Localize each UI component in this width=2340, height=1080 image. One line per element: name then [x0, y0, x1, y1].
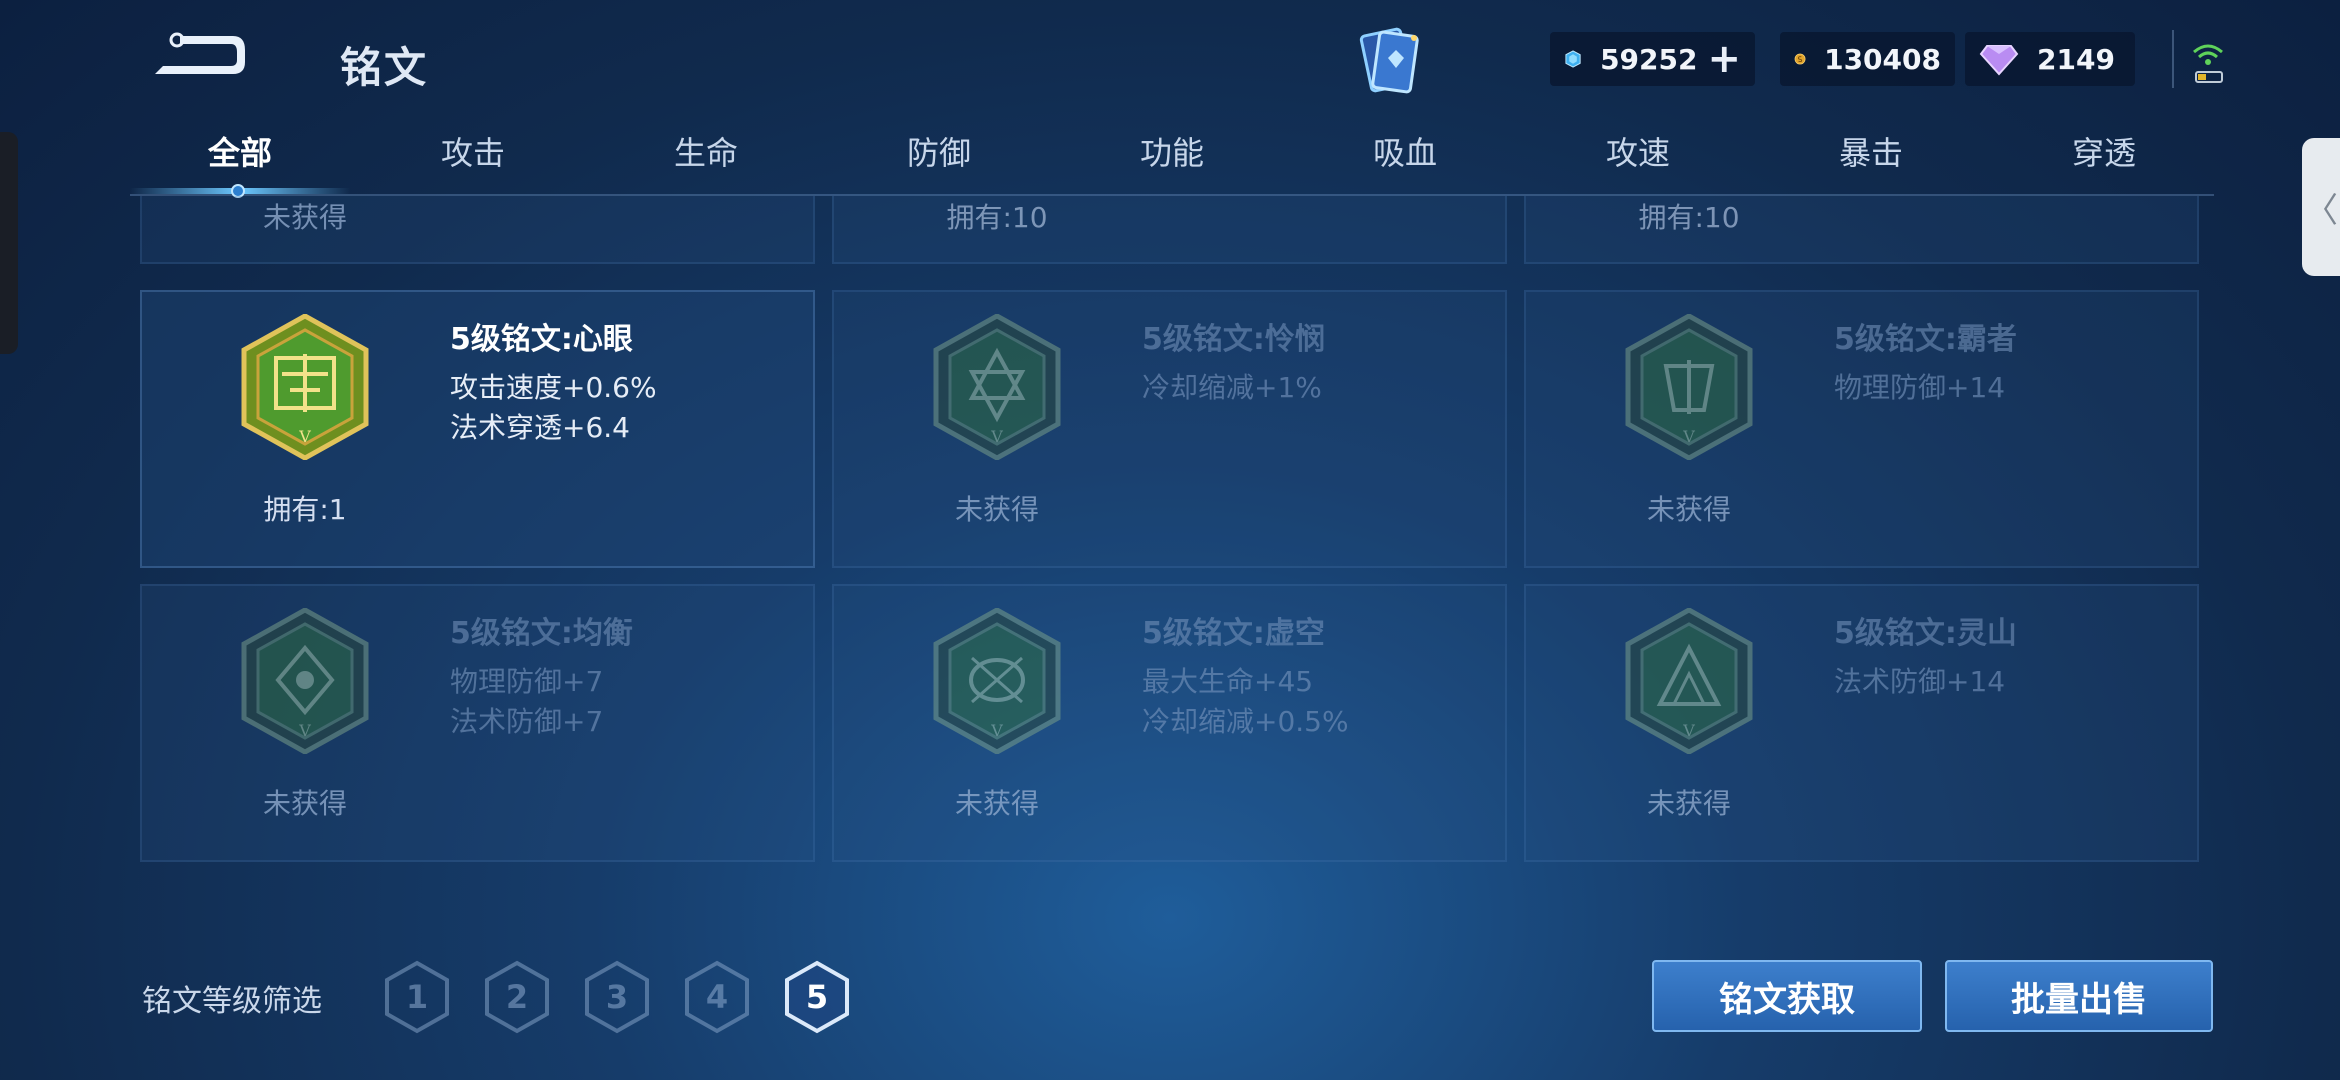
tab-penetration[interactable]: 穿透: [2024, 128, 2184, 188]
diamond-icon: [1565, 50, 1581, 68]
add-currency-button[interactable]: +: [1707, 39, 1741, 79]
rune-card-lingshan[interactable]: V 5级铭文:灵山 法术防御+14 未获得: [1524, 584, 2199, 862]
chevron-left-icon: 〈: [2304, 190, 2338, 231]
diamond-amount: 59252: [1600, 42, 1698, 76]
rune-stat: 法术穿透+6.4: [450, 411, 630, 444]
rune-count: 未获得: [954, 787, 1039, 820]
rune-stat: 冷却缩减+1%: [1142, 371, 1322, 404]
screen-notch: [0, 132, 18, 354]
rune-stat: 攻击速度+0.6%: [450, 371, 657, 404]
top-bar: 铭文 59252 + 130408 2149: [0, 0, 2340, 130]
rune-grid: 未获得 拥有:10 拥有:10 V 5级铭文:心眼 攻击速度+0.6% 法术穿透…: [140, 196, 2200, 876]
rune-count: 未获得: [262, 787, 347, 820]
diamond-balance: 59252 +: [1550, 32, 1755, 86]
rune-count: 拥有:1: [263, 493, 347, 526]
rune-hexagon-icon: V: [933, 608, 1061, 754]
rune-name: 5级铭文:均衡: [450, 616, 633, 651]
gem-icon: [1979, 45, 2019, 76]
rune-count: 未获得: [1646, 787, 1731, 820]
rune-card-xukong[interactable]: V 5级铭文:虚空 最大生命+45 冷却缩减+0.5% 未获得: [832, 584, 1507, 862]
rune-card-partial[interactable]: 拥有:10: [832, 196, 1507, 264]
back-arrow-icon[interactable]: [145, 28, 250, 83]
svg-text:V: V: [1682, 721, 1695, 740]
tab-function[interactable]: 功能: [1092, 128, 1252, 188]
rune-stat: 物理防御+7: [450, 665, 604, 698]
tab-critical[interactable]: 暴击: [1791, 128, 1951, 188]
rune-count: 未获得: [1646, 493, 1731, 526]
rune-hexagon-icon: V: [1625, 314, 1753, 460]
rune-card-lianmin[interactable]: V 5级铭文:怜悯 冷却缩减+1% 未获得: [832, 290, 1507, 568]
gem-amount: 2149: [2037, 42, 2115, 76]
rune-hexagon-icon: V: [933, 314, 1061, 460]
tab-attack-speed[interactable]: 攻速: [1558, 128, 1718, 188]
rune-count: 拥有:10: [946, 201, 1048, 234]
rune-stat: 法术防御+7: [450, 705, 604, 738]
rune-count: 拥有:10: [1638, 201, 1740, 234]
level-filter-4[interactable]: 4: [683, 960, 751, 1034]
rune-hexagon-icon: V: [241, 314, 369, 460]
tab-lifesteal[interactable]: 吸血: [1325, 128, 1485, 188]
rune-name: 5级铭文:灵山: [1834, 616, 2017, 651]
svg-text:V: V: [1682, 427, 1695, 446]
rune-card-xinyan[interactable]: V 5级铭文:心眼 攻击速度+0.6% 法术穿透+6.4 拥有:1: [140, 290, 815, 568]
level-filter-2[interactable]: 2: [483, 960, 551, 1034]
gold-balance: 130408: [1780, 32, 1955, 86]
rune-stat: 冷却缩减+0.5%: [1142, 705, 1349, 738]
svg-text:V: V: [298, 427, 311, 446]
tab-all[interactable]: 全部: [160, 128, 320, 188]
rune-stat: 法术防御+14: [1834, 665, 2006, 698]
gold-coin-icon: [1794, 53, 1806, 65]
level-filter-5[interactable]: 5: [783, 960, 851, 1034]
rune-hexagon-icon: V: [1625, 608, 1753, 754]
tab-defense[interactable]: 防御: [859, 128, 1019, 188]
rune-name: 5级铭文:怜悯: [1142, 322, 1325, 357]
rune-name: 5级铭文:霸者: [1834, 322, 2017, 357]
rune-count: 未获得: [262, 201, 347, 234]
rune-count: 未获得: [954, 493, 1039, 526]
rune-hexagon-icon: V: [241, 608, 369, 754]
wifi-signal-icon: [2190, 36, 2226, 86]
level-filter-3[interactable]: 3: [583, 960, 651, 1034]
tab-health[interactable]: 生命: [626, 128, 786, 188]
rune-stat: 最大生命+45: [1142, 665, 1314, 698]
category-tabs: 全部 攻击 生命 防御 功能 吸血 攻速 暴击 穿透: [130, 128, 2214, 198]
rune-book-icon[interactable]: [1350, 22, 1430, 102]
rune-card-partial[interactable]: 拥有:10: [1524, 196, 2199, 264]
rune-card-partial[interactable]: 未获得: [140, 196, 815, 264]
svg-text:V: V: [990, 427, 1003, 446]
acquire-rune-button[interactable]: 铭文获取: [1652, 960, 1922, 1032]
level-filter-1[interactable]: 1: [383, 960, 451, 1034]
header-divider: [2172, 30, 2174, 88]
gem-balance: 2149: [1965, 32, 2135, 86]
gold-amount: 130408: [1824, 42, 1941, 76]
page-title: 铭文: [340, 43, 429, 92]
rune-card-bazhe[interactable]: V 5级铭文:霸者 物理防御+14 未获得: [1524, 290, 2199, 568]
tab-attack[interactable]: 攻击: [393, 128, 553, 188]
rune-name: 5级铭文:虚空: [1142, 616, 1325, 651]
rune-stat: 物理防御+14: [1834, 371, 2006, 404]
rune-card-junheng[interactable]: V 5级铭文:均衡 物理防御+7 法术防御+7 未获得: [140, 584, 815, 862]
level-filter-label: 铭文等级筛选: [142, 984, 322, 1019]
svg-text:V: V: [990, 721, 1003, 740]
svg-text:V: V: [298, 721, 311, 740]
bulk-sell-button[interactable]: 批量出售: [1945, 960, 2213, 1032]
rune-name: 5级铭文:心眼: [450, 322, 633, 357]
side-panel-handle[interactable]: 〈: [2302, 138, 2340, 276]
